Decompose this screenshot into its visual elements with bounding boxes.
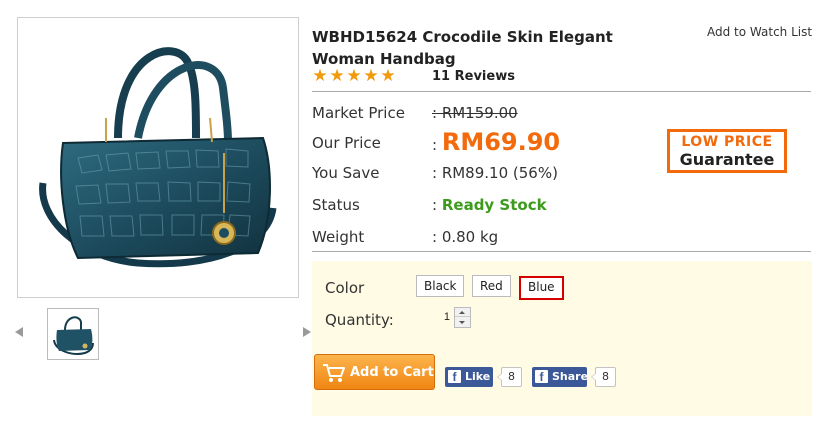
rating-stars: ★ ★ ★ ★ ★	[312, 66, 396, 86]
facebook-icon: f	[448, 370, 461, 384]
you-save-label: You Save	[312, 164, 380, 182]
price-colon: :	[432, 136, 438, 154]
facebook-like-label: Like	[465, 370, 491, 383]
color-option-red[interactable]: Red	[472, 275, 511, 297]
status-colon: :	[432, 196, 438, 214]
facebook-like-count: 8	[497, 367, 522, 387]
market-price-value: : RM159.00	[432, 104, 518, 122]
our-price-value: RM69.90	[441, 128, 561, 156]
quantity-input[interactable]	[414, 307, 452, 327]
facebook-share-label: Share	[552, 370, 589, 383]
weight-value: : 0.80 kg	[432, 228, 499, 246]
handbag-thumbnail-image	[53, 316, 94, 356]
star-icon: ★	[380, 66, 396, 86]
status-row: : Ready Stock	[432, 196, 547, 214]
add-to-cart-label: Add to Cart	[350, 365, 434, 380]
quantity-stepper[interactable]	[454, 307, 471, 328]
market-price-amount: : RM159.00	[432, 104, 518, 122]
add-to-watch-list-link[interactable]: Add to Watch List	[707, 25, 812, 39]
divider	[312, 91, 811, 92]
reviews-link[interactable]: 11 Reviews	[432, 69, 515, 84]
color-option-black[interactable]: Black	[416, 275, 465, 297]
status-value: Ready Stock	[441, 196, 547, 214]
our-price-label: Our Price	[312, 134, 381, 152]
badge-line-2: Guarantee	[679, 150, 775, 169]
facebook-share-button[interactable]: f Share	[532, 367, 589, 387]
status-label: Status	[312, 196, 360, 214]
star-icon: ★	[329, 66, 345, 86]
you-save-value: : RM89.10 (56%)	[432, 164, 558, 182]
our-price-row: : RM69.90	[432, 128, 560, 156]
add-to-cart-button[interactable]: Add to Cart	[314, 354, 435, 390]
star-icon: ★	[346, 66, 362, 86]
color-label: Color	[325, 279, 365, 297]
product-thumbnail[interactable]	[47, 308, 99, 360]
weight-label: Weight	[312, 228, 365, 246]
color-option-blue[interactable]: Blue	[519, 276, 564, 300]
product-title: WBHD15624 Crocodile Skin Elegant Woman H…	[312, 28, 613, 68]
star-icon: ★	[312, 66, 328, 86]
star-icon: ★	[363, 66, 379, 86]
facebook-share-count: 8	[591, 367, 616, 387]
facebook-icon: f	[535, 370, 548, 384]
quantity-decrement-icon[interactable]	[455, 318, 470, 327]
product-options-panel: Color Black Red Blue Quantity: Add to Ca…	[312, 261, 812, 416]
handbag-image	[39, 47, 277, 268]
cart-icon	[323, 364, 345, 382]
quantity-label: Quantity:	[325, 311, 394, 329]
divider	[312, 251, 811, 252]
low-price-guarantee-badge: LOW PRICE Guarantee	[667, 129, 787, 173]
quantity-increment-icon[interactable]	[455, 308, 470, 317]
product-main-image[interactable]	[17, 17, 299, 298]
badge-line-1: LOW PRICE	[681, 134, 773, 150]
facebook-like-button[interactable]: f Like	[445, 367, 493, 387]
next-arrow-icon[interactable]	[303, 327, 311, 337]
prev-arrow-icon[interactable]	[15, 327, 23, 337]
market-price-label: Market Price	[312, 104, 405, 122]
